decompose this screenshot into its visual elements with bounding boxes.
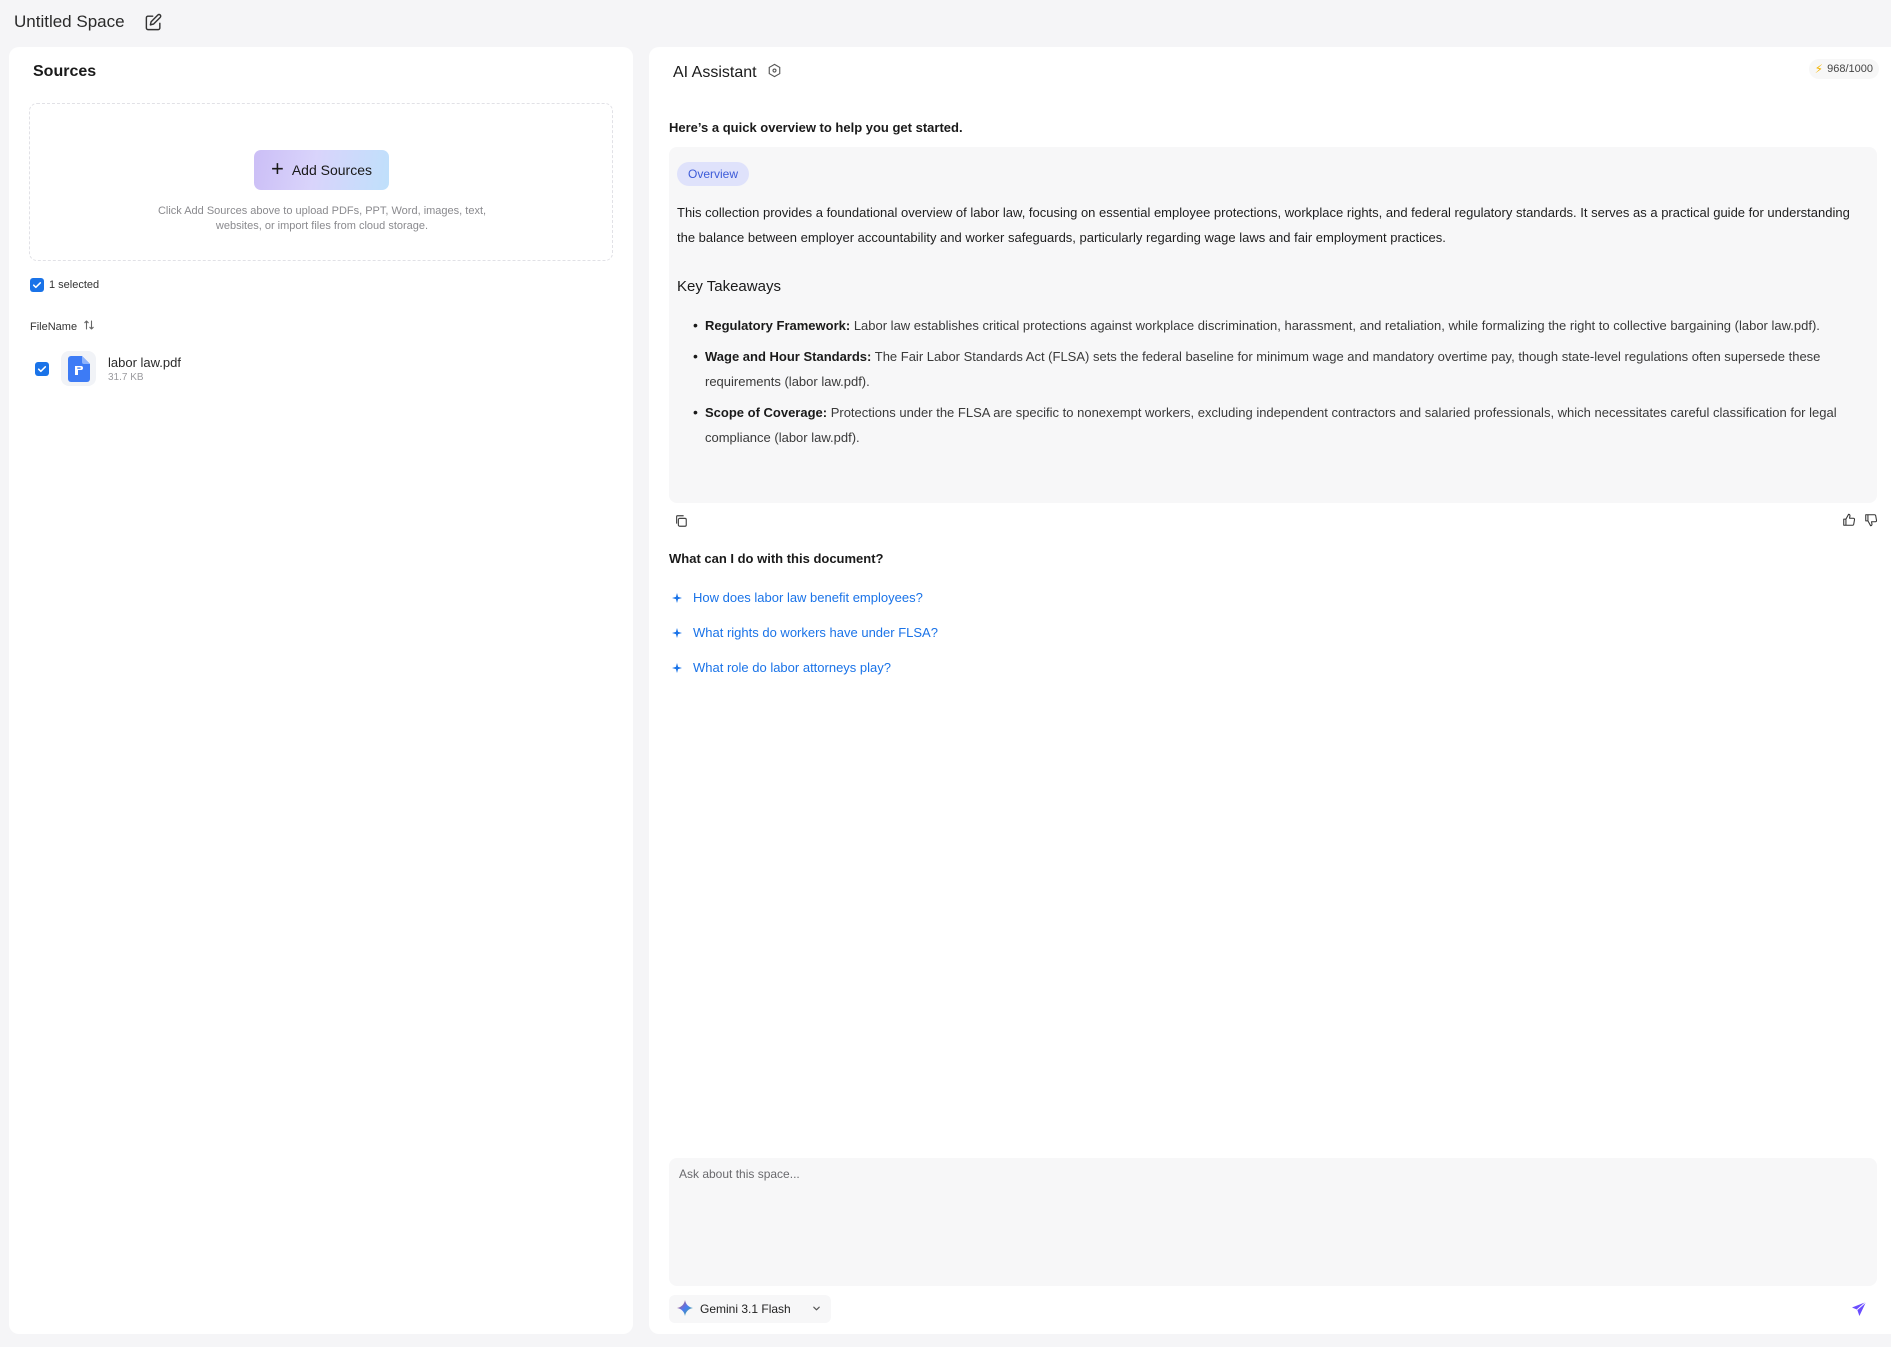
filename-column-header[interactable]: FileName [30,319,95,334]
question-text: What role do labor attorneys play? [693,660,891,675]
select-all-checkbox[interactable] [30,278,44,292]
gemini-icon [677,1299,693,1319]
suggested-question[interactable]: What role do labor attorneys play? [671,650,938,685]
thumbs-up-icon[interactable] [1841,511,1857,529]
takeaway-label: Regulatory Framework: [705,318,851,333]
takeaway-label: Scope of Coverage: [705,405,828,420]
filename-header-label: FileName [30,320,78,333]
add-sources-label: Add Sources [291,162,373,178]
takeaway-item: Scope of Coverage: Protections under the… [693,400,1861,450]
upload-dropzone[interactable]: + Add Sources Click Add Sources above to… [29,103,613,261]
intro-text: Here’s a quick overview to help you get … [669,120,963,135]
overview-badge: Overview [677,162,750,186]
overview-text: This collection provides a foundational … [677,205,1850,245]
chat-composer [669,1158,1877,1286]
selected-count: 1 selected [49,279,100,291]
sources-title: Sources [33,63,97,80]
sparkle-icon [672,592,682,603]
assistant-panel: AI Assistant ⚡ 968/1000 Here’s a quick o… [649,47,1891,1334]
file-name: labor law.pdf [108,354,181,370]
file-info: labor law.pdf 31.7 KB [108,355,181,383]
sparkle-icon [672,662,682,673]
model-selector[interactable]: Gemini 3.1 Flash [669,1295,831,1323]
question-text: How does labor law benefit employees? [693,590,923,605]
check-icon [37,365,47,372]
add-sources-button[interactable]: + Add Sources [254,150,389,190]
pdf-file-icon [61,351,96,386]
select-all-row: 1 selected [30,278,99,292]
feedback-buttons [1841,511,1879,529]
sparkle-icon [672,627,682,638]
top-bar: Untitled Space [0,0,1891,44]
info-icon[interactable] [767,63,782,83]
assistant-header: AI Assistant [673,63,782,83]
edit-icon[interactable] [143,11,165,33]
check-icon [32,282,42,289]
lightning-icon: ⚡ [1814,62,1824,76]
suggested-question[interactable]: What rights do workers have under FLSA? [671,615,938,650]
key-takeaways-title: Key Takeaways [677,278,781,295]
chat-input[interactable] [669,1158,1877,1286]
file-size: 31.7 KB [108,371,144,383]
file-row[interactable]: labor law.pdf 31.7 KB [35,351,181,386]
suggested-question[interactable]: How does labor law benefit employees? [671,580,938,615]
credits-count: 968/1000 [1827,63,1873,75]
takeaway-text: The Fair Labor Standards Act (FLSA) sets… [705,349,1821,389]
overview-card: Overview This collection provides a foun… [669,147,1877,503]
send-button[interactable] [1849,1299,1869,1319]
plus-icon: + [270,156,284,181]
suggested-questions: How does labor law benefit employees? Wh… [671,580,938,685]
upload-hint: Click Add Sources above to upload PDFs, … [157,205,487,232]
suggestions-title: What can I do with this document? [669,551,884,566]
takeaway-item: Wage and Hour Standards: The Fair Labor … [693,344,1861,394]
question-text: What rights do workers have under FLSA? [693,625,938,640]
space-title[interactable]: Untitled Space [14,12,125,32]
credits-badge: ⚡ 968/1000 [1808,59,1879,79]
takeaway-text: Labor law establishes critical protectio… [850,318,1820,333]
takeaway-text: Protections under the FLSA are specific … [705,405,1837,445]
sort-icon[interactable] [83,319,95,334]
takeaway-item: Regulatory Framework: Labor law establis… [693,313,1861,338]
thumbs-down-icon[interactable] [1863,511,1879,529]
file-checkbox[interactable] [35,361,49,376]
sources-panel: Sources + Add Sources Click Add Sources … [9,47,633,1334]
send-icon [1852,1301,1867,1316]
takeaways-list: Regulatory Framework: Labor law establis… [693,313,1861,456]
chevron-down-icon [812,1302,821,1316]
takeaway-label: Wage and Hour Standards: [705,349,872,364]
copy-icon[interactable] [671,511,691,531]
model-name: Gemini 3.1 Flash [700,1302,791,1316]
assistant-title: AI Assistant [673,64,757,81]
